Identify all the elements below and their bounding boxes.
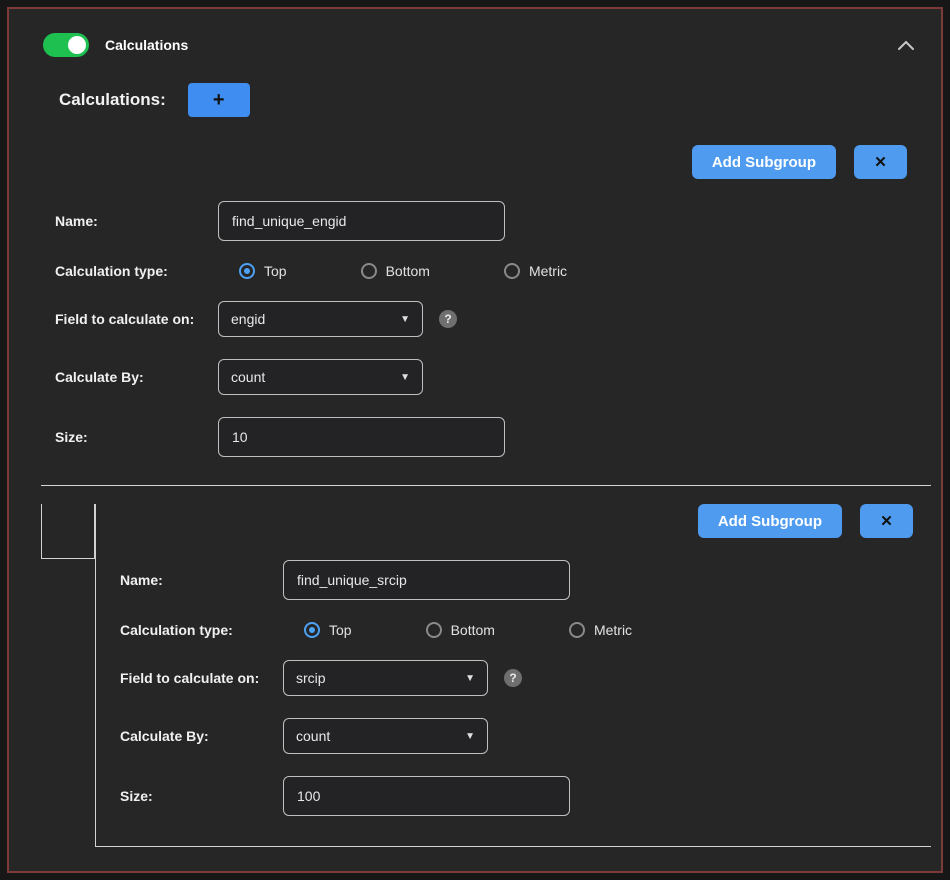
name-label: Name: [120, 572, 283, 588]
radio-option-top[interactable]: Top [239, 263, 287, 279]
field-select-value: srcip [296, 670, 326, 686]
section-row: Calculations: + [59, 83, 941, 117]
size-label: Size: [55, 429, 218, 445]
radio-option-bottom[interactable]: Bottom [426, 622, 495, 638]
size-row: Size: [55, 417, 907, 457]
group-actions: Add Subgroup ✕ [55, 145, 907, 179]
calc-type-row: Calculation type: Top Bottom Metric [120, 622, 913, 638]
radio-icon [239, 263, 255, 279]
name-input[interactable] [283, 560, 570, 600]
radio-icon [426, 622, 442, 638]
calc-type-row: Calculation type: Top Bottom Metric [55, 263, 907, 279]
remove-group-button[interactable]: ✕ [860, 504, 913, 538]
add-subgroup-button[interactable]: Add Subgroup [692, 145, 836, 179]
radio-option-bottom[interactable]: Bottom [361, 263, 430, 279]
calc-by-label: Calculate By: [120, 728, 283, 744]
section-title: Calculations: [59, 90, 166, 110]
caret-down-icon [465, 673, 475, 684]
add-calculation-button[interactable]: + [188, 83, 250, 117]
field-label: Field to calculate on: [120, 670, 283, 686]
subgroup-wrapper: Add Subgroup ✕ Name: Calculation type: T… [9, 504, 941, 847]
calc-by-select-value: count [296, 728, 330, 744]
field-row: Field to calculate on: srcip ? [120, 660, 913, 696]
size-input[interactable] [283, 776, 570, 816]
radio-label: Bottom [451, 622, 495, 638]
panel-header: Calculations [9, 9, 941, 57]
size-label: Size: [120, 788, 283, 804]
field-select-value: engid [231, 311, 265, 327]
help-icon[interactable]: ? [439, 310, 457, 328]
field-select[interactable]: srcip [283, 660, 488, 696]
radio-label: Top [329, 622, 352, 638]
group-actions: Add Subgroup ✕ [120, 504, 913, 538]
radio-option-metric[interactable]: Metric [569, 622, 632, 638]
calc-by-label: Calculate By: [55, 369, 218, 385]
remove-group-button[interactable]: ✕ [854, 145, 907, 179]
calculation-subgroup: Add Subgroup ✕ Name: Calculation type: T… [95, 504, 931, 847]
calc-type-label: Calculation type: [120, 622, 283, 638]
radio-option-top[interactable]: Top [304, 622, 352, 638]
calculations-toggle[interactable] [43, 33, 89, 57]
caret-down-icon [465, 731, 475, 742]
size-row: Size: [120, 776, 913, 816]
radio-icon [361, 263, 377, 279]
calc-by-select[interactable]: count [283, 718, 488, 754]
name-row: Name: [120, 560, 913, 600]
field-label: Field to calculate on: [55, 311, 218, 327]
radio-icon [504, 263, 520, 279]
calc-type-label: Calculation type: [55, 263, 218, 279]
calc-by-select[interactable]: count [218, 359, 423, 395]
subgroup-connector [41, 504, 95, 559]
toggle-label: Calculations [105, 37, 188, 53]
field-row: Field to calculate on: engid ? [55, 301, 907, 337]
size-input[interactable] [218, 417, 505, 457]
add-subgroup-button[interactable]: Add Subgroup [698, 504, 842, 538]
radio-label: Metric [594, 622, 632, 638]
calc-type-radio-group: Top Bottom Metric [283, 622, 913, 638]
calculations-panel: Calculations Calculations: + Add Subgrou… [7, 7, 943, 873]
radio-label: Bottom [386, 263, 430, 279]
radio-label: Top [264, 263, 287, 279]
calc-by-row: Calculate By: count [55, 359, 907, 395]
calculation-group: Add Subgroup ✕ Name: Calculation type: T… [9, 145, 941, 457]
collapse-chevron-up-icon[interactable] [897, 40, 915, 51]
name-label: Name: [55, 213, 218, 229]
calc-by-select-value: count [231, 369, 265, 385]
name-input[interactable] [218, 201, 505, 241]
field-select[interactable]: engid [218, 301, 423, 337]
radio-icon [304, 622, 320, 638]
calc-by-row: Calculate By: count [120, 718, 913, 754]
radio-icon [569, 622, 585, 638]
caret-down-icon [400, 372, 410, 383]
subgroup-divider [41, 485, 931, 486]
toggle-knob [68, 36, 86, 54]
calc-type-radio-group: Top Bottom Metric [218, 263, 907, 279]
radio-option-metric[interactable]: Metric [504, 263, 567, 279]
name-row: Name: [55, 201, 907, 241]
radio-label: Metric [529, 263, 567, 279]
help-icon[interactable]: ? [504, 669, 522, 687]
caret-down-icon [400, 314, 410, 325]
